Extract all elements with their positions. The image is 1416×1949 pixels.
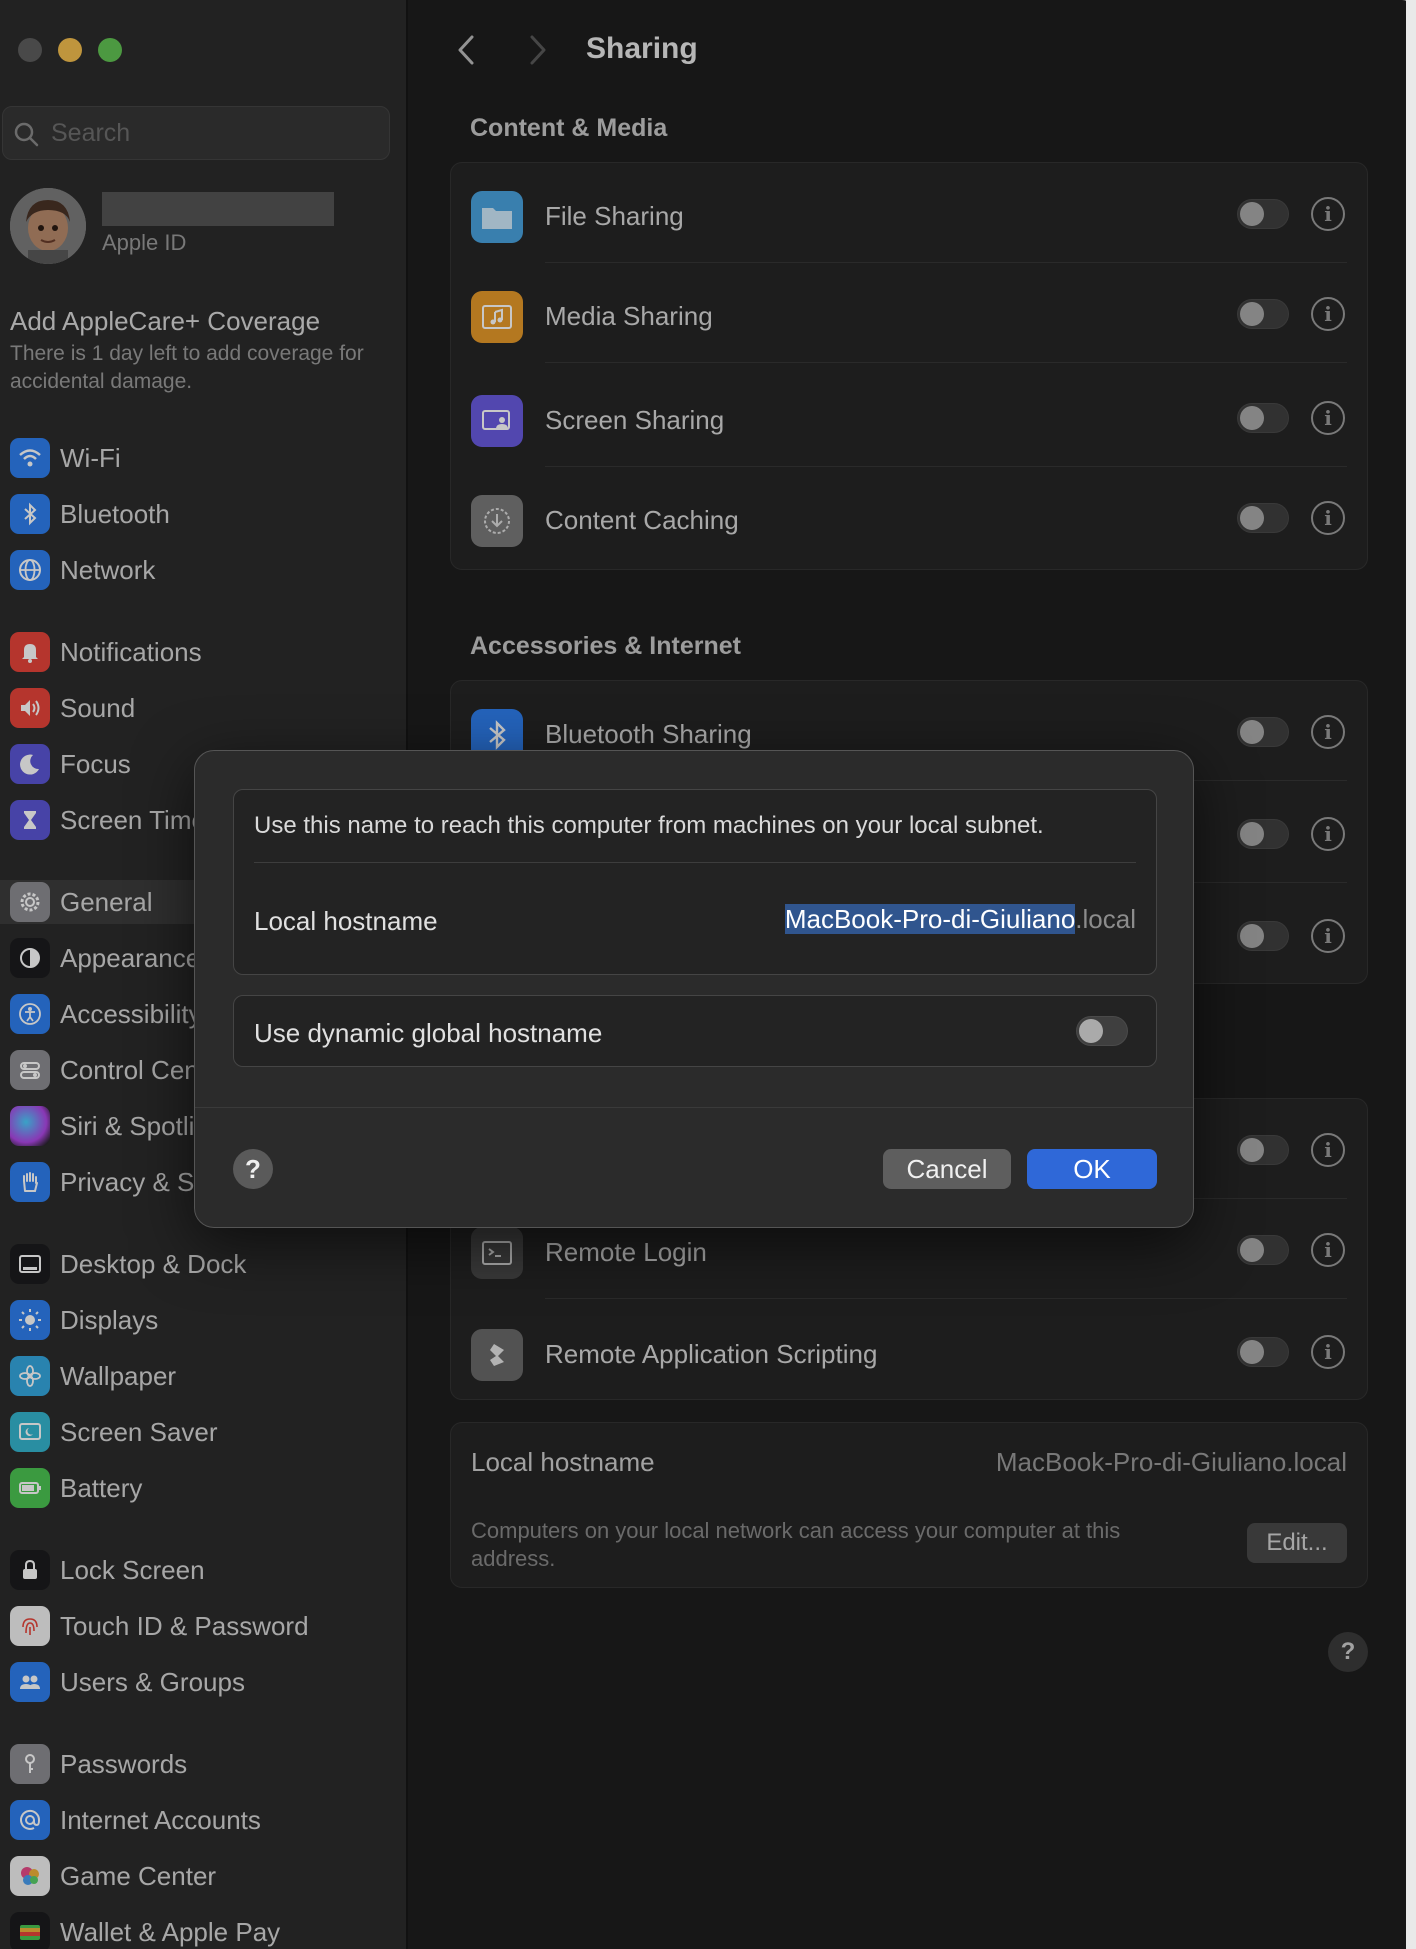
hostname-dialog: Use this name to reach this computer fro… bbox=[194, 750, 1194, 1228]
desktop-edge bbox=[1406, 0, 1416, 1949]
dynamic-hostname-label: Use dynamic global hostname bbox=[254, 1018, 603, 1048]
cancel-button[interactable]: Cancel bbox=[883, 1149, 1011, 1189]
settings-window: Apple ID Add AppleCare+ Coverage There i… bbox=[0, 0, 1416, 1949]
dialog-separator bbox=[254, 862, 1136, 863]
ok-button[interactable]: OK bbox=[1027, 1149, 1157, 1189]
hostname-suffix: .local bbox=[1075, 904, 1136, 934]
hostname-selected-text[interactable]: MacBook-Pro-di-Giuliano bbox=[784, 904, 1076, 934]
dialog-footer-divider bbox=[195, 1107, 1193, 1108]
dialog-description: Use this name to reach this computer fro… bbox=[254, 812, 1044, 839]
dialog-help-button[interactable]: ? bbox=[233, 1149, 273, 1189]
hostname-group: Use this name to reach this computer fro… bbox=[233, 789, 1157, 975]
hostname-input[interactable]: MacBook-Pro-di-Giuliano.local bbox=[784, 904, 1136, 935]
dynamic-hostname-toggle[interactable] bbox=[1076, 1016, 1128, 1046]
dynamic-hostname-group: Use dynamic global hostname bbox=[233, 995, 1157, 1067]
dialog-hostname-label: Local hostname bbox=[254, 906, 438, 936]
